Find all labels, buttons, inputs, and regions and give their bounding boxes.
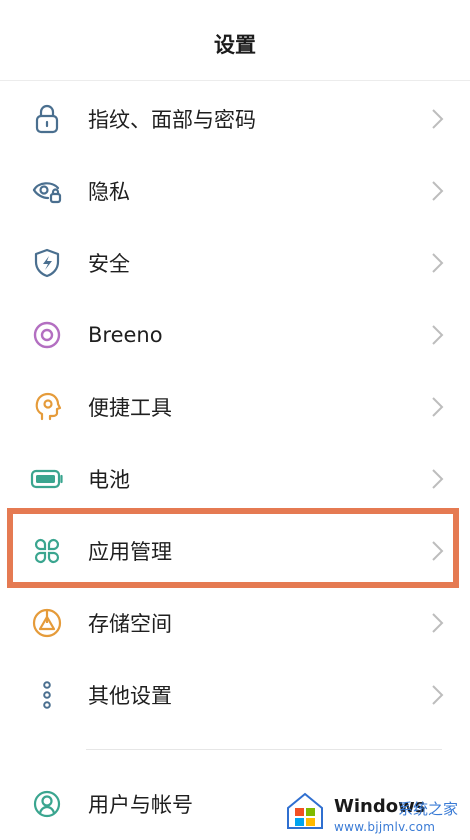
head-gear-icon xyxy=(29,389,65,425)
settings-item-label: 用户与帐号 xyxy=(88,793,193,817)
settings-item-convenient-tools[interactable]: 便捷工具 xyxy=(0,371,470,443)
chevron-right-icon xyxy=(428,611,446,635)
eye-lock-icon xyxy=(29,173,65,209)
settings-item-privacy[interactable]: 隐私 xyxy=(0,155,470,227)
windows-logo-icon xyxy=(282,788,328,834)
settings-item-label: 电池 xyxy=(88,468,130,492)
settings-item-security[interactable]: 安全 xyxy=(0,227,470,299)
chevron-right-icon xyxy=(428,539,446,563)
chevron-right-icon xyxy=(428,179,446,203)
settings-item-label: 存储空间 xyxy=(88,612,172,636)
app-grid-icon xyxy=(29,533,65,569)
settings-item-storage[interactable]: 存储空间 xyxy=(0,587,470,659)
chevron-right-icon xyxy=(428,683,446,707)
top-bar: 设置 xyxy=(0,0,470,81)
breeno-icon xyxy=(29,317,65,353)
pie-chart-icon xyxy=(29,605,65,641)
shield-bolt-icon xyxy=(29,245,65,281)
settings-item-label: 安全 xyxy=(88,252,130,276)
user-icon xyxy=(29,786,65,822)
settings-item-breeno[interactable]: Breeno xyxy=(0,299,470,371)
settings-item-app-management[interactable]: 应用管理 xyxy=(0,515,470,587)
chevron-right-icon xyxy=(428,251,446,275)
watermark-url: www.bjjmlv.com xyxy=(334,820,436,834)
settings-item-label: Breeno xyxy=(88,323,163,347)
chevron-right-icon xyxy=(428,467,446,491)
settings-item-other-settings[interactable]: 其他设置 xyxy=(0,659,470,731)
more-dots-icon xyxy=(29,677,65,713)
battery-icon xyxy=(29,461,65,497)
chevron-right-icon xyxy=(428,395,446,419)
settings-item-fingerprint-face-password[interactable]: 指纹、面部与密码 xyxy=(0,83,470,155)
lock-icon xyxy=(29,101,65,137)
watermark-subtitle: 系统之家 xyxy=(398,800,459,818)
page-title: 设置 xyxy=(214,33,256,57)
settings-item-label: 隐私 xyxy=(88,180,130,204)
chevron-right-icon xyxy=(428,323,446,347)
settings-item-battery[interactable]: 电池 xyxy=(0,443,470,515)
settings-item-label: 应用管理 xyxy=(88,540,172,564)
chevron-right-icon xyxy=(428,107,446,131)
section-divider xyxy=(86,749,442,750)
settings-item-label: 便捷工具 xyxy=(88,396,172,420)
settings-item-label: 指纹、面部与密码 xyxy=(88,108,256,132)
watermark: Windows 系统之家 www.bjjmlv.com xyxy=(276,786,470,838)
settings-item-label: 其他设置 xyxy=(88,684,172,708)
